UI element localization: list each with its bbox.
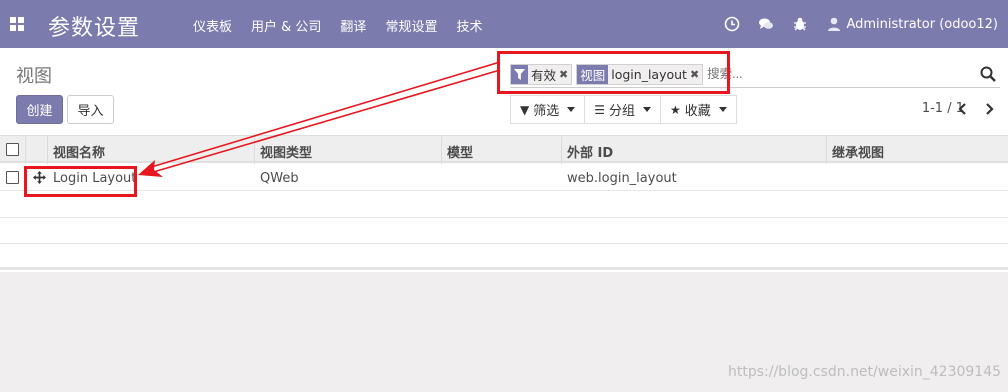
apps-icon[interactable] [10, 17, 24, 31]
cell-type: QWeb [260, 171, 299, 186]
systray: Administrator (odoo12) [724, 16, 998, 32]
filters-label: 筛选 [533, 104, 560, 119]
table-row[interactable]: Login Layout QWeb web.login_layout [0, 165, 1008, 191]
chat-icon[interactable] [758, 16, 774, 32]
create-button[interactable]: 创建 [16, 95, 63, 124]
clock-icon[interactable] [724, 16, 740, 32]
menu-item-translations[interactable]: 翻译 [340, 16, 366, 35]
caret-down-icon [718, 107, 727, 112]
column-header-model[interactable]: 模型 [447, 142, 473, 161]
facet-value: 有效 [531, 67, 557, 83]
facet-remove-icon[interactable]: ✖ [559, 68, 571, 81]
column-header-name[interactable]: 视图名称 [53, 142, 105, 161]
menu-item-technical[interactable]: 技术 [456, 16, 482, 35]
groupby-label: 分组 [609, 104, 636, 119]
column-header-type[interactable]: 视图类型 [260, 142, 312, 161]
search-input[interactable] [707, 67, 908, 81]
menu-item-dashboard[interactable]: 仪表板 [193, 16, 232, 35]
app-title: 参数设置 [48, 16, 141, 41]
column-header-inherit[interactable]: 继承视图 [832, 142, 884, 161]
search-icon[interactable] [980, 66, 996, 82]
cell-name: Login Layout [53, 171, 137, 186]
favorites-label: 收藏 [684, 104, 711, 119]
select-all-checkbox[interactable] [6, 143, 19, 156]
groupby-button[interactable]: ☰ 分组 [584, 95, 662, 124]
move-icon[interactable] [33, 171, 46, 184]
table-header: 视图名称 视图类型 模型 外部 ID 继承视图 [0, 135, 1008, 164]
favorites-button[interactable]: ★ 收藏 [660, 95, 737, 124]
facet-field-label: 视图 [577, 64, 609, 84]
user-icon [828, 17, 841, 31]
column-divider [561, 136, 562, 164]
column-divider [25, 136, 26, 164]
bars-icon: ☰ [594, 102, 606, 117]
chevron-right-icon[interactable] [982, 102, 996, 116]
column-divider [826, 136, 827, 164]
column-divider [441, 136, 442, 164]
facet-value: login_layout [611, 66, 687, 82]
breadcrumb: 视图 [16, 66, 52, 87]
control-panel: 视图 创建 导入 有效 ✖ 视图 login_layout ✖ ▼ 筛选 ☰ 分… [0, 48, 1008, 135]
search-facet-view: 视图 login_layout ✖ [576, 63, 704, 85]
top-navbar: 参数设置 仪表板 用户 & 公司 翻译 常规设置 技术 Administrato… [0, 0, 1008, 48]
column-divider [47, 136, 48, 164]
import-button[interactable]: 导入 [67, 95, 114, 124]
menu-item-users-companies[interactable]: 用户 & 公司 [251, 16, 321, 35]
filters-button[interactable]: ▼ 筛选 [510, 95, 586, 124]
filter-icon: ▼ [520, 102, 530, 117]
watermark: https://blog.csdn.net/weixin_42309145 [728, 364, 1002, 380]
user-menu[interactable]: Administrator (odoo12) [846, 17, 998, 32]
column-divider [254, 136, 255, 164]
table-row-empty [0, 244, 1008, 270]
main-menu: 仪表板 用户 & 公司 翻译 常规设置 技术 [193, 16, 501, 35]
table-row-empty [0, 192, 1008, 218]
chevron-left-icon[interactable] [956, 102, 970, 116]
row-checkbox[interactable] [6, 171, 19, 184]
cell-external-id: web.login_layout [567, 171, 677, 186]
filter-icon [514, 68, 525, 80]
bug-icon[interactable] [792, 16, 808, 32]
list-view: 视图名称 视图类型 模型 外部 ID 继承视图 Login Layout QWe… [0, 135, 1008, 272]
facet-remove-icon[interactable]: ✖ [690, 68, 702, 81]
table-row-empty [0, 218, 1008, 244]
search-options: ▼ 筛选 ☰ 分组 ★ 收藏 [510, 95, 737, 124]
search-facet-active: 有效 ✖ [510, 63, 573, 85]
facet-filter-label [511, 64, 528, 84]
caret-down-icon [567, 107, 576, 112]
caret-down-icon [643, 107, 652, 112]
column-header-external-id[interactable]: 外部 ID [567, 142, 613, 161]
menu-item-general-settings[interactable]: 常规设置 [385, 16, 437, 35]
star-icon: ★ [670, 102, 681, 117]
search-box: 有效 ✖ 视图 login_layout ✖ [510, 61, 1000, 88]
